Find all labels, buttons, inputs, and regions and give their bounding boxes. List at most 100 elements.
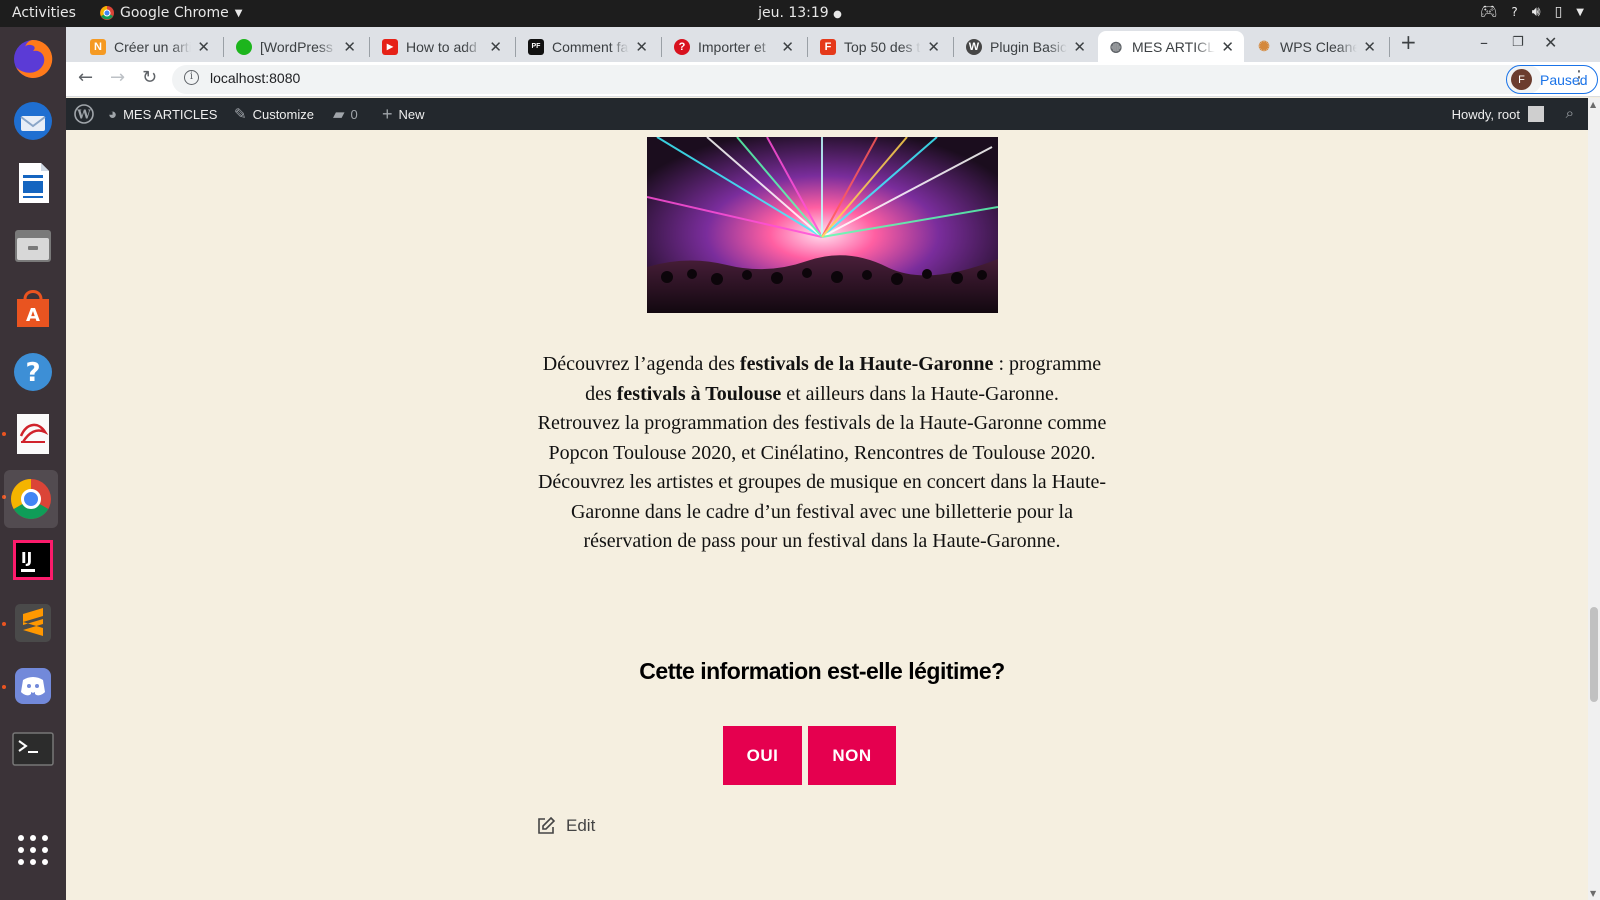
search-icon[interactable]: ⌕ xyxy=(1566,105,1574,122)
software-icon[interactable]: A xyxy=(8,284,58,334)
tab-separator xyxy=(807,37,808,57)
svg-text:W: W xyxy=(76,108,91,122)
volume-icon: 🔊︎ xyxy=(1531,4,1541,20)
yes-button[interactable]: OUI xyxy=(723,726,802,785)
url-text: localhost:8080 xyxy=(210,70,301,86)
article-paragraph-3: Découvrez les artistes et groupes de mus… xyxy=(537,471,1107,552)
wp-logo-button[interactable]: W xyxy=(74,98,94,130)
scrollbar-thumb[interactable] xyxy=(1590,607,1598,702)
files-icon[interactable] xyxy=(8,221,58,271)
tab-separator xyxy=(223,37,224,57)
tab-separator xyxy=(369,37,370,57)
apps-grid-icon[interactable] xyxy=(8,825,58,875)
new-label: New xyxy=(398,106,425,122)
edit-link[interactable]: Edit xyxy=(536,816,595,836)
tab-separator xyxy=(661,37,662,57)
close-icon[interactable]: ✕ xyxy=(343,38,356,56)
bold-keyword: festivals de la Haute-Garonne xyxy=(739,353,994,375)
tab-0[interactable]: N Créer un arti ✕ xyxy=(80,31,220,62)
intellij-icon[interactable]: IJ xyxy=(8,535,58,585)
forward-icon[interactable]: → xyxy=(110,67,125,88)
tab-label: Comment fa xyxy=(552,38,629,55)
close-icon[interactable]: ✕ xyxy=(781,38,794,56)
tab-label: Top 50 des th xyxy=(844,38,922,55)
site-name-menu[interactable]: ◕ MES ARTICLES xyxy=(108,98,217,130)
discord-icon[interactable] xyxy=(8,661,58,711)
svg-text:?: ? xyxy=(25,358,40,388)
tab-favicon-icon: ✺ xyxy=(1258,38,1270,54)
tab-8[interactable]: ✺ WPS Cleaner ✕ xyxy=(1246,31,1386,62)
notification-dot-icon: ● xyxy=(833,9,842,20)
running-indicator xyxy=(2,432,6,436)
evince-icon[interactable] xyxy=(8,409,58,459)
restore-icon[interactable]: ❐ xyxy=(1512,35,1524,50)
clock[interactable]: jeu. 13:19 ● xyxy=(0,5,1600,21)
tab-favicon-icon xyxy=(236,38,252,55)
scroll-up-icon[interactable]: ▲ xyxy=(1590,100,1596,109)
tab-6[interactable]: W Plugin Basic ✕ xyxy=(956,31,1096,62)
close-icon[interactable]: ✕ xyxy=(197,38,210,56)
address-bar[interactable]: i localhost:8080 ☆ xyxy=(172,65,1542,94)
comments-link[interactable]: ▰ 0 xyxy=(333,98,358,130)
close-icon[interactable]: ✕ xyxy=(635,38,648,56)
tab-2[interactable]: ▶ How to add ✕ xyxy=(372,31,512,62)
close-icon[interactable]: ✕ xyxy=(1073,38,1086,56)
plus-icon: + xyxy=(382,103,393,124)
writer-icon[interactable] xyxy=(8,158,58,208)
globe-icon: ◍ xyxy=(1109,38,1123,54)
close-icon[interactable]: ✕ xyxy=(489,38,502,56)
system-tray[interactable]: 🎮︎ ? 🔊︎ ▯ ▼ xyxy=(1480,4,1584,20)
tab-4[interactable]: ? Importer et ✕ xyxy=(664,31,804,62)
article-body: Découvrez l’agenda des festivals de la H… xyxy=(533,350,1111,557)
customize-link[interactable]: ✎ Customize xyxy=(234,98,314,130)
tab-label: Importer et xyxy=(698,38,766,55)
new-tab-button[interactable]: + xyxy=(1400,30,1417,54)
text-run: Découvrez l’agenda des xyxy=(542,353,740,375)
account-menu[interactable]: Howdy, root xyxy=(1452,98,1544,130)
thunderbird-icon[interactable] xyxy=(8,96,58,146)
close-window-icon[interactable]: ✕ xyxy=(1544,33,1557,52)
vote-question: Cette information est-elle légitime? xyxy=(639,658,1005,684)
tab-label: Plugin Basic xyxy=(990,38,1068,55)
tab-label: [WordPress xyxy=(260,38,333,55)
help-icon[interactable]: ? xyxy=(8,347,58,397)
running-indicator xyxy=(2,685,6,689)
wordpress-icon: W xyxy=(966,38,982,55)
close-icon[interactable]: ✕ xyxy=(1363,38,1376,56)
launcher-dock: A ? IJ xyxy=(0,27,66,900)
chrome-icon[interactable] xyxy=(4,470,58,528)
scroll-down-icon[interactable]: ▼ xyxy=(1590,889,1596,898)
tab-7-active[interactable]: ◍ MES ARTICLES ✕ xyxy=(1098,31,1244,62)
bold-keyword: festivals à Toulouse xyxy=(616,382,782,405)
minimize-icon[interactable]: – xyxy=(1480,33,1488,52)
clock-text: jeu. 13:19 xyxy=(758,5,829,21)
firefox-icon[interactable] xyxy=(8,34,58,84)
battery-icon: ▯ xyxy=(1554,4,1563,20)
dashboard-icon: ◕ xyxy=(108,105,118,123)
tab-label: WPS Cleaner xyxy=(1280,38,1358,55)
tab-favicon-icon: F xyxy=(820,38,836,55)
page-scrollbar[interactable]: ▲ ▼ xyxy=(1588,98,1600,900)
no-button[interactable]: NON xyxy=(808,726,896,785)
article-paragraph-2: Retrouvez la programmation des festivals… xyxy=(537,412,1107,464)
discord-tray-icon: 🎮︎ xyxy=(1479,4,1498,20)
running-indicator xyxy=(2,622,6,626)
reload-icon[interactable]: ↻ xyxy=(142,67,157,88)
wp-admin-bar: W ◕ MES ARTICLES ✎ Customize ▰ 0 + New H… xyxy=(66,98,1588,130)
tab-label: Créer un arti xyxy=(114,38,192,55)
chevron-down-icon: ▼ xyxy=(1576,6,1584,18)
tab-5[interactable]: F Top 50 des th ✕ xyxy=(810,31,950,62)
kebab-menu-icon[interactable]: ⋮ xyxy=(1570,67,1588,88)
tab-3[interactable]: PF Comment fa ✕ xyxy=(518,31,658,62)
tab-favicon-icon: PF xyxy=(528,38,544,55)
site-info-icon[interactable]: i xyxy=(184,70,199,85)
paintbrush-icon: ✎ xyxy=(234,106,247,123)
sublime-icon[interactable] xyxy=(8,598,58,648)
close-icon[interactable]: ✕ xyxy=(1221,38,1234,56)
back-icon[interactable]: ← xyxy=(78,67,93,88)
new-content-menu[interactable]: + New xyxy=(382,98,425,130)
text-run: et ailleurs dans la Haute-Garonne. xyxy=(781,382,1059,405)
close-icon[interactable]: ✕ xyxy=(927,38,940,56)
terminal-icon[interactable] xyxy=(8,724,58,774)
tab-1[interactable]: [WordPress ✕ xyxy=(226,31,366,62)
